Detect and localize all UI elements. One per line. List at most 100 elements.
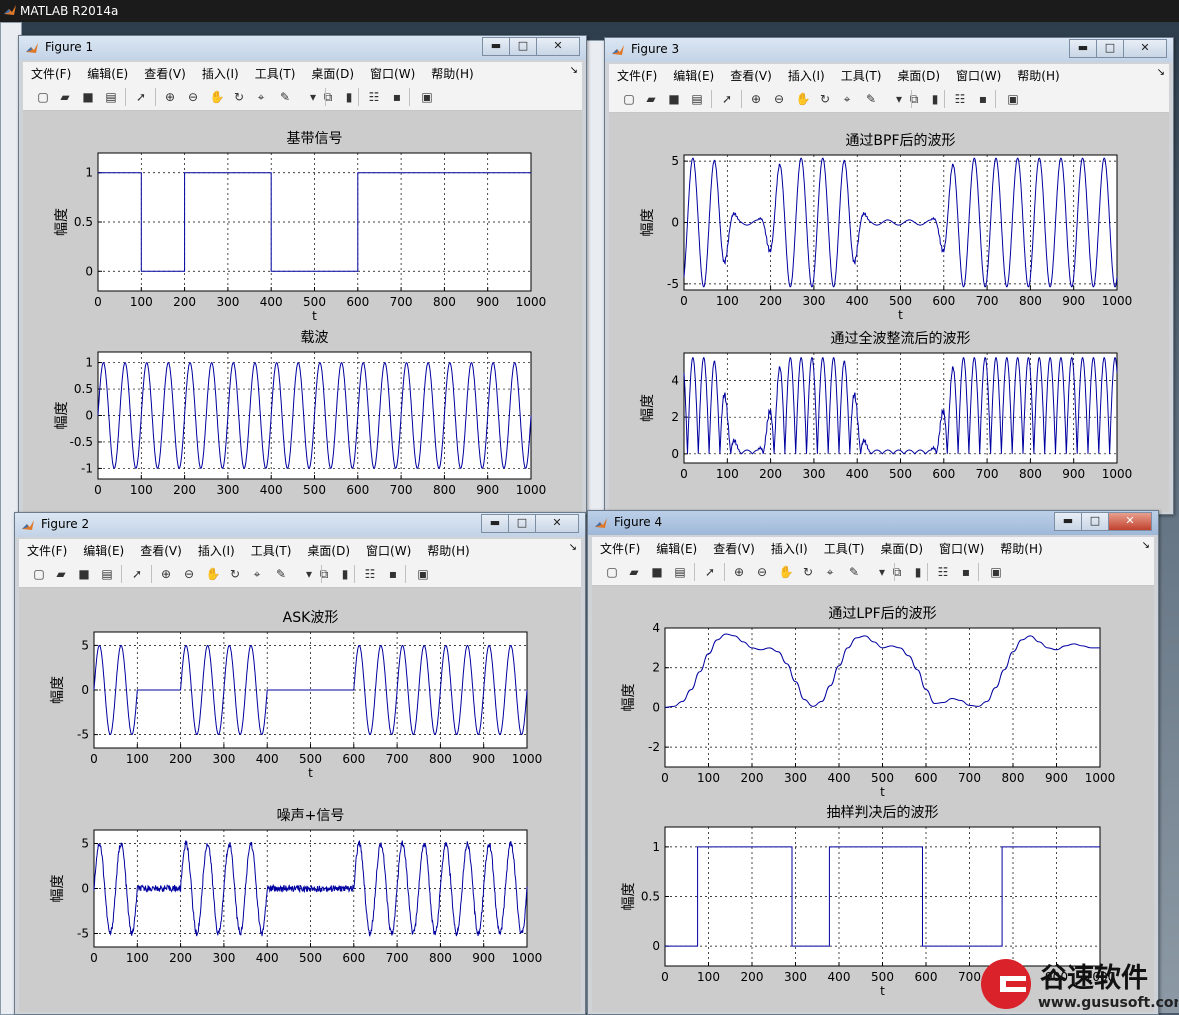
zoom-in-icon[interactable]: ⊕ — [158, 566, 174, 582]
window-title-bar[interactable]: Figure 4 ▬ □ ✕ — [588, 511, 1158, 535]
rotate-icon[interactable]: ↻ — [227, 566, 243, 582]
legend-icon[interactable]: ☷ — [952, 91, 968, 107]
menu-item[interactable]: 帮助(H) — [419, 542, 477, 559]
pan-icon[interactable]: ✋ — [209, 89, 225, 105]
menu-item[interactable]: 查看(V) — [705, 540, 763, 557]
zoom-out-icon[interactable]: ⊖ — [771, 91, 787, 107]
window-title-bar[interactable]: Figure 1 ▬ □ ✕ — [19, 36, 586, 60]
close-button[interactable]: ✕ — [1123, 39, 1167, 58]
pointer-icon[interactable]: ➚ — [702, 564, 718, 580]
colorbar-icon[interactable]: ▮ — [341, 89, 357, 105]
colorbar-icon[interactable]: ▮ — [337, 566, 353, 582]
menu-item[interactable]: 工具(T) — [247, 65, 304, 82]
minimize-button[interactable]: ▬ — [482, 37, 510, 56]
menu-item[interactable]: 帮助(H) — [423, 65, 481, 82]
window-title-bar[interactable]: Figure 3 ▬ □ ✕ — [605, 38, 1173, 62]
colorbar-icon[interactable]: ▮ — [927, 91, 943, 107]
figure-window-2[interactable]: Figure 2 ▬ □ ✕ 文件(F) 编辑(E) 查看(V) 插入(I) 工具(T) 桌面(D… — [14, 512, 586, 1015]
menu-item[interactable]: 文件(F) — [592, 540, 648, 557]
zoom-in-icon[interactable]: ⊕ — [731, 564, 747, 580]
close-button[interactable]: ✕ — [535, 514, 579, 533]
pointer-icon[interactable]: ➚ — [133, 89, 149, 105]
data-cursor-icon[interactable]: ⌖ — [253, 89, 269, 105]
menu-item[interactable]: 帮助(H) — [1009, 67, 1067, 84]
data-cursor-icon[interactable]: ⌖ — [822, 564, 838, 580]
data-cursor-icon[interactable]: ⌖ — [249, 566, 265, 582]
new-figure-icon[interactable]: ▢ — [35, 89, 51, 105]
show-plot-tools-icon[interactable]: ▣ — [988, 564, 1004, 580]
menu-item[interactable]: 窗口(W) — [948, 67, 1009, 84]
menu-item[interactable]: 插入(I) — [780, 67, 833, 84]
save-icon[interactable]: ■ — [649, 564, 665, 580]
print-icon[interactable]: ▤ — [689, 91, 705, 107]
brush-dropdown-icon[interactable]: ▾ — [305, 89, 321, 105]
save-icon[interactable]: ■ — [666, 91, 682, 107]
hide-plot-tools-icon[interactable]: ▪ — [975, 91, 991, 107]
link-plot-icon[interactable]: ⧉ — [906, 91, 922, 107]
new-figure-icon[interactable]: ▢ — [31, 566, 47, 582]
brush-icon[interactable]: ✎ — [273, 566, 289, 582]
window-title-bar[interactable]: Figure 2 ▬ □ ✕ — [15, 513, 585, 537]
legend-icon[interactable]: ☷ — [366, 89, 382, 105]
menu-item[interactable]: 工具(T) — [816, 540, 873, 557]
maximize-button[interactable]: □ — [1081, 512, 1109, 531]
zoom-out-icon[interactable]: ⊖ — [185, 89, 201, 105]
menu-item[interactable]: 文件(F) — [19, 542, 75, 559]
menu-item[interactable]: 编辑(E) — [648, 540, 705, 557]
pan-icon[interactable]: ✋ — [778, 564, 794, 580]
minimize-button[interactable]: ▬ — [1069, 39, 1097, 58]
new-figure-icon[interactable]: ▢ — [621, 91, 637, 107]
menu-item[interactable]: 帮助(H) — [992, 540, 1050, 557]
brush-icon[interactable]: ✎ — [846, 564, 862, 580]
close-button[interactable]: ✕ — [1108, 512, 1152, 531]
show-plot-tools-icon[interactable]: ▣ — [415, 566, 431, 582]
menu-item[interactable]: 文件(F) — [609, 67, 665, 84]
open-file-icon[interactable]: ▰ — [643, 91, 659, 107]
brush-dropdown-icon[interactable]: ▾ — [301, 566, 317, 582]
data-cursor-icon[interactable]: ⌖ — [839, 91, 855, 107]
menu-item[interactable]: 工具(T) — [833, 67, 890, 84]
pan-icon[interactable]: ✋ — [795, 91, 811, 107]
maximize-button[interactable]: □ — [508, 514, 536, 533]
zoom-out-icon[interactable]: ⊖ — [754, 564, 770, 580]
open-file-icon[interactable]: ▰ — [53, 566, 69, 582]
menu-item[interactable]: 插入(I) — [194, 65, 247, 82]
close-button[interactable]: ✕ — [536, 37, 580, 56]
menu-item[interactable]: 桌面(D) — [872, 540, 931, 557]
menu-item[interactable]: 插入(I) — [190, 542, 243, 559]
link-plot-icon[interactable]: ⧉ — [320, 89, 336, 105]
menu-item[interactable]: 窗口(W) — [362, 65, 423, 82]
figure-window-4[interactable]: Figure 4 ▬ □ ✕ 文件(F) 编辑(E) 查看(V) 插入(I) 工具(T) 桌面(D… — [587, 510, 1159, 1015]
rotate-icon[interactable]: ↻ — [817, 91, 833, 107]
menu-item[interactable]: 桌面(D) — [303, 65, 362, 82]
legend-icon[interactable]: ☷ — [362, 566, 378, 582]
minimize-button[interactable]: ▬ — [1054, 512, 1082, 531]
menu-item[interactable]: 编辑(E) — [75, 542, 132, 559]
maximize-button[interactable]: □ — [509, 37, 537, 56]
zoom-out-icon[interactable]: ⊖ — [181, 566, 197, 582]
link-plot-icon[interactable]: ⧉ — [316, 566, 332, 582]
pan-icon[interactable]: ✋ — [205, 566, 221, 582]
print-icon[interactable]: ▤ — [103, 89, 119, 105]
menu-item[interactable]: 桌面(D) — [889, 67, 948, 84]
menu-item[interactable]: 窗口(W) — [358, 542, 419, 559]
print-icon[interactable]: ▤ — [99, 566, 115, 582]
menu-item[interactable]: 文件(F) — [23, 65, 79, 82]
print-icon[interactable]: ▤ — [672, 564, 688, 580]
pointer-icon[interactable]: ➚ — [719, 91, 735, 107]
save-icon[interactable]: ■ — [76, 566, 92, 582]
menu-item[interactable]: 编辑(E) — [665, 67, 722, 84]
open-file-icon[interactable]: ▰ — [626, 564, 642, 580]
menu-item[interactable]: 编辑(E) — [79, 65, 136, 82]
rotate-icon[interactable]: ↻ — [800, 564, 816, 580]
figure-window-1[interactable]: Figure 1 ▬ □ ✕ 文件(F) 编辑(E) 查看(V) 插入(I) 工具(T) 桌面(D… — [18, 35, 587, 515]
pointer-icon[interactable]: ➚ — [129, 566, 145, 582]
new-figure-icon[interactable]: ▢ — [604, 564, 620, 580]
zoom-in-icon[interactable]: ⊕ — [748, 91, 764, 107]
figure-window-3[interactable]: Figure 3 ▬ □ ✕ 文件(F) 编辑(E) 查看(V) 插入(I) 工具(T) 桌面(D… — [604, 37, 1174, 515]
menu-item[interactable]: 桌面(D) — [299, 542, 358, 559]
menu-item[interactable]: 窗口(W) — [931, 540, 992, 557]
menu-item[interactable]: 查看(V) — [132, 542, 190, 559]
brush-icon[interactable]: ✎ — [863, 91, 879, 107]
open-file-icon[interactable]: ▰ — [57, 89, 73, 105]
